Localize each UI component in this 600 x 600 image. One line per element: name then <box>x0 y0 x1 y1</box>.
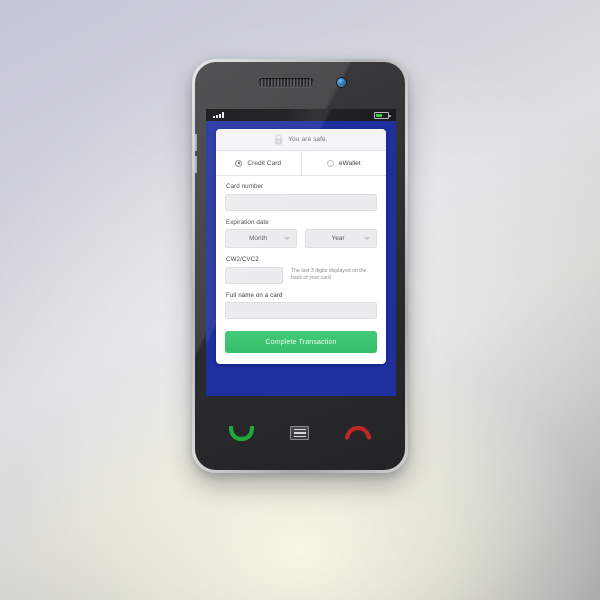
cvc-hint-text: The last 3 digits displayed on the back … <box>290 267 367 282</box>
card-number-input[interactable] <box>225 193 377 211</box>
complete-transaction-label: Complete Transaction <box>265 338 337 346</box>
hamburger-line <box>293 428 306 431</box>
cvc-label: CW2/CVC2 <box>226 256 259 263</box>
phone-body: You are safe. Credit Card eWallet Card n… <box>195 62 405 470</box>
expiration-year-value: Year <box>331 235 345 242</box>
expiration-year-select[interactable]: Year <box>305 229 377 248</box>
hamburger-line <box>293 432 306 434</box>
status-bar <box>206 109 396 121</box>
front-camera-lens-icon <box>337 78 346 87</box>
expiration-month-select[interactable]: Month <box>225 229 297 248</box>
tab-ewallet-label: eWallet <box>338 159 361 167</box>
signal-bars-icon <box>213 112 224 118</box>
tab-credit-card[interactable]: Credit Card <box>216 151 301 175</box>
secure-banner: You are safe. <box>216 129 386 151</box>
cvc-row: The last 3 digits displayed on the back … <box>225 266 377 284</box>
full-name-label: Full name on a card <box>226 291 283 299</box>
battery-icon <box>374 112 391 119</box>
top-bezel <box>195 62 405 109</box>
full-name-input[interactable] <box>225 302 377 319</box>
backdrop: You are safe. Credit Card eWallet Card n… <box>0 0 600 600</box>
cvc-input[interactable] <box>225 266 283 284</box>
padlock-icon <box>275 134 283 145</box>
call-button[interactable] <box>229 425 254 441</box>
chevron-down-icon <box>364 237 370 240</box>
hamburger-line <box>293 435 306 438</box>
complete-transaction-button[interactable]: Complete Transaction <box>225 331 377 353</box>
expiration-month-value: Month <box>249 235 267 242</box>
bottom-bezel <box>195 396 405 470</box>
payment-form-card: You are safe. Credit Card eWallet Card n… <box>216 129 386 364</box>
menu-button[interactable] <box>290 426 309 440</box>
card-number-label: Card number <box>226 183 264 190</box>
earpiece-grille-icon <box>258 78 314 87</box>
tab-ewallet[interactable]: eWallet <box>300 151 387 175</box>
smartphone-device: You are safe. Credit Card eWallet Card n… <box>192 59 408 473</box>
end-call-button[interactable] <box>345 425 371 441</box>
radio-credit-card[interactable] <box>235 159 243 167</box>
expiration-date-label: Expiration date <box>226 218 269 226</box>
expiration-selects: Month Year <box>225 229 377 248</box>
tab-credit-card-label: Credit Card <box>247 159 282 167</box>
volume-down-button[interactable] <box>195 156 197 173</box>
phone-screen: You are safe. Credit Card eWallet Card n… <box>206 109 396 396</box>
radio-ewallet[interactable] <box>326 159 334 167</box>
secure-banner-text: You are safe. <box>288 136 328 143</box>
payment-fields: Card number Expiration date Month Year C… <box>216 176 386 364</box>
chevron-down-icon <box>284 237 290 240</box>
payment-method-tabs: Credit Card eWallet <box>216 151 386 176</box>
volume-up-button[interactable] <box>195 134 197 151</box>
